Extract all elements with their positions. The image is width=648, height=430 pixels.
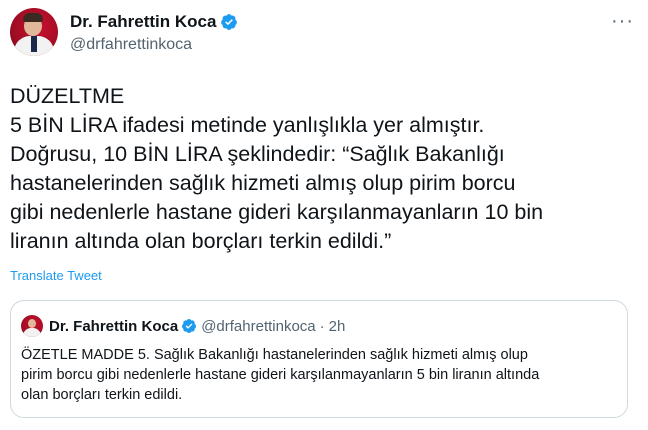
separator-dot: · bbox=[319, 317, 325, 335]
quoted-tweet-text: ÖZETLE MADDE 5. Sağlık Bakanlığı hastane… bbox=[21, 347, 540, 403]
author-handle[interactable]: @drfahrettinkoca bbox=[70, 36, 192, 54]
verified-badge-icon bbox=[182, 319, 197, 333]
quoted-author-handle: @drfahrettinkoca bbox=[201, 317, 316, 335]
quoted-tweet-time[interactable]: 2h bbox=[329, 318, 346, 335]
tweet-text: DÜZELTME 5 BİN LİRA ifadesi metinde yanl… bbox=[10, 84, 544, 253]
author-name-row: Dr. Fahrettin Koca bbox=[70, 12, 238, 32]
translate-tweet-link[interactable]: Translate Tweet bbox=[10, 268, 102, 283]
quoted-author-avatar bbox=[21, 315, 43, 337]
tweet-header: Dr. Fahrettin Koca @drfahrettinkoca ··· bbox=[10, 8, 638, 62]
more-options-icon[interactable]: ··· bbox=[611, 11, 634, 31]
author-avatar[interactable] bbox=[10, 8, 58, 56]
quoted-author-display-name: Dr. Fahrettin Koca bbox=[49, 317, 179, 335]
author-display-name[interactable]: Dr. Fahrettin Koca bbox=[70, 12, 216, 32]
quoted-tweet-header: Dr. Fahrettin Koca @drfahrettinkoca · 2h bbox=[21, 315, 345, 337]
verified-badge-icon bbox=[221, 14, 238, 30]
quoted-tweet[interactable]: Dr. Fahrettin Koca @drfahrettinkoca · 2h… bbox=[10, 300, 628, 418]
